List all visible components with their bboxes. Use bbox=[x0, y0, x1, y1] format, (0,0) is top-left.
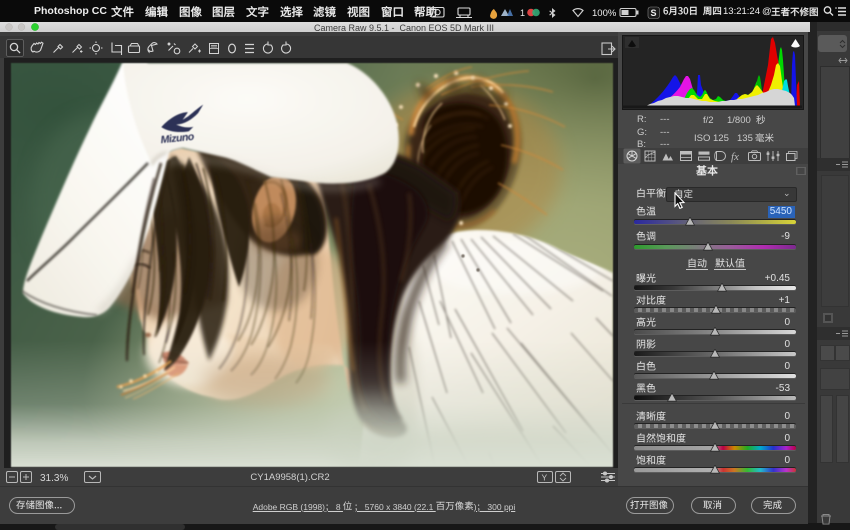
svg-text:100%: 100% bbox=[592, 8, 617, 19]
svg-text:Y: Y bbox=[542, 473, 548, 483]
svg-text:S: S bbox=[651, 8, 657, 18]
svg-text:fx: fx bbox=[731, 151, 739, 163]
svg-text:1: 1 bbox=[520, 8, 525, 18]
svg-text:31.3%: 31.3% bbox=[40, 473, 68, 484]
